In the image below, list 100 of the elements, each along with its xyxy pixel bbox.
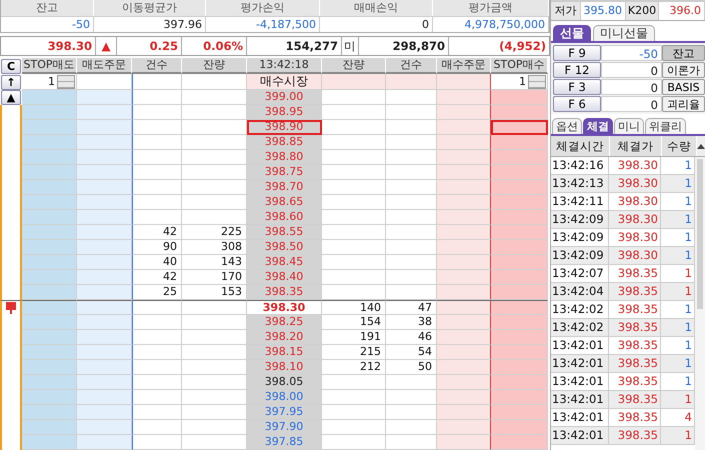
trade-price: 398.30 — [609, 193, 661, 210]
order-cell[interactable] — [437, 390, 491, 405]
order-cell[interactable] — [437, 150, 491, 165]
price-level[interactable]: 398.95 — [247, 105, 322, 120]
order-cell[interactable] — [437, 105, 491, 120]
top-button[interactable]: ▲ — [1, 90, 21, 105]
order-cell[interactable] — [437, 300, 491, 315]
sell-count-cell — [132, 315, 182, 330]
price-level[interactable]: 398.00 — [247, 390, 322, 405]
order-cell[interactable] — [437, 195, 491, 210]
buy-quantity-cell — [322, 270, 386, 285]
trade-tab[interactable]: 체결 — [583, 118, 613, 134]
order-cell[interactable] — [22, 300, 77, 315]
column-header: 평가금액 — [433, 0, 549, 16]
order-cell[interactable] — [437, 90, 491, 105]
order-cell[interactable] — [491, 300, 548, 315]
contract-button[interactable]: F 9 — [553, 45, 601, 61]
order-cell[interactable] — [437, 420, 491, 435]
price-level[interactable]: 398.25 — [247, 315, 322, 330]
price-level[interactable]: 398.80 — [247, 150, 322, 165]
order-cell[interactable] — [437, 435, 491, 450]
summary-value: 4,978,750,000 — [433, 16, 549, 32]
futures-tab[interactable]: 미니선물 — [593, 25, 655, 41]
view-button[interactable]: 괴리율 — [662, 96, 705, 112]
buy-quantity-cell — [322, 240, 386, 255]
order-cell[interactable] — [437, 135, 491, 150]
price-level[interactable]: 397.95 — [247, 405, 322, 420]
order-cell[interactable] — [437, 345, 491, 360]
order-cell[interactable] — [437, 165, 491, 180]
price-level[interactable]: 398.65 — [247, 195, 322, 210]
futures-tab[interactable]: 선물 — [553, 25, 591, 41]
price-level[interactable]: 398.20 — [247, 330, 322, 345]
order-cell[interactable] — [77, 300, 132, 315]
contract-button[interactable]: F 6 — [553, 96, 601, 112]
price-level[interactable]: 397.85 — [247, 435, 322, 450]
price-value: 396.0 — [659, 2, 705, 20]
price-level[interactable]: 399.00 — [247, 90, 322, 105]
price-level[interactable]: 398.75 — [247, 165, 322, 180]
contract-button[interactable]: F 3 — [553, 79, 601, 95]
order-cell[interactable] — [437, 375, 491, 390]
price-level[interactable]: 398.45 — [247, 255, 322, 270]
trade-price: 398.35 — [609, 301, 661, 318]
buy-quantity-cell — [322, 120, 386, 135]
price-level[interactable]: 398.35 — [247, 285, 322, 300]
order-cell[interactable] — [437, 270, 491, 285]
order-cell[interactable] — [437, 285, 491, 300]
buy-quantity-cell — [322, 225, 386, 240]
sell-count-cell: 42 — [132, 225, 182, 240]
sell-count-cell — [132, 90, 182, 105]
order-cell[interactable] — [437, 405, 491, 420]
price-level[interactable]: 398.55 — [247, 225, 322, 240]
price-level[interactable]: 398.15 — [247, 345, 322, 360]
scrollbar-thumb[interactable] — [697, 159, 703, 309]
trade-time: 13:42:09 — [551, 229, 609, 246]
buy-quantity-cell: 212 — [322, 360, 386, 375]
price-level[interactable]: 398.50 — [247, 240, 322, 255]
price-level[interactable]: 398.30 — [247, 300, 322, 315]
order-cell[interactable] — [437, 74, 491, 90]
view-button[interactable]: BASIS — [662, 79, 705, 95]
price-level[interactable]: 398.10 — [247, 360, 322, 375]
order-cell[interactable] — [437, 255, 491, 270]
price-level[interactable]: 398.90 — [247, 120, 322, 135]
trade-time: 13:42:01 — [551, 391, 609, 408]
market-buy-button[interactable]: 매수시장 — [247, 74, 322, 90]
price-level[interactable]: 398.85 — [247, 135, 322, 150]
trade-time: 13:42:01 — [551, 427, 609, 444]
trade-time: 13:42:11 — [551, 193, 609, 210]
trade-price: 398.35 — [609, 373, 661, 390]
trade-tab[interactable]: 미니 — [614, 118, 644, 134]
order-cell[interactable] — [437, 360, 491, 375]
buy-quantity-cell — [322, 135, 386, 150]
scroll-up-button[interactable] — [697, 136, 705, 156]
contract-button[interactable]: F 12 — [553, 62, 601, 78]
view-button[interactable]: 잔고 — [662, 45, 705, 61]
price-level[interactable]: 398.60 — [247, 210, 322, 225]
position-value: 0 — [601, 96, 662, 112]
view-button[interactable]: 이론가 — [662, 62, 705, 78]
order-cell[interactable] — [437, 180, 491, 195]
price-level[interactable]: 398.70 — [247, 180, 322, 195]
trade-tab[interactable]: 옵션 — [552, 118, 582, 134]
trade-price: 398.30 — [609, 247, 661, 264]
buy-quantity-cell — [322, 105, 386, 120]
trade-time: 13:42:01 — [551, 373, 609, 390]
buy-quantity-cell — [322, 255, 386, 270]
sell-count-cell — [132, 105, 182, 120]
clear-button[interactable]: C — [1, 58, 21, 74]
order-cell[interactable] — [437, 210, 491, 225]
trade-tab[interactable]: 위클리 — [645, 118, 686, 134]
price-level[interactable]: 398.40 — [247, 270, 322, 285]
order-cell[interactable] — [437, 120, 491, 135]
up-button[interactable]: ↑ — [1, 74, 21, 90]
price-level[interactable]: 397.90 — [247, 420, 322, 435]
order-cell[interactable] — [437, 240, 491, 255]
price-level[interactable]: 398.05 — [247, 375, 322, 390]
order-cell[interactable] — [437, 225, 491, 240]
trade-time: 13:42:07 — [551, 265, 609, 282]
order-cell[interactable] — [437, 330, 491, 345]
order-cell[interactable] — [437, 315, 491, 330]
buy-quantity-cell — [322, 150, 386, 165]
sell-count-cell: 90 — [132, 240, 182, 255]
